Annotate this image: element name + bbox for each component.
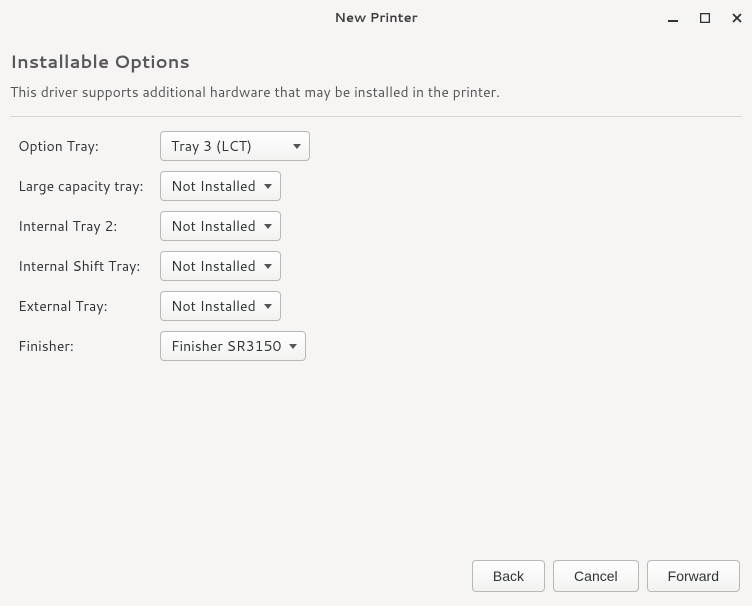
select-value: Tray 3 (LCT) [171, 136, 252, 156]
section-title: Installable Options [10, 48, 742, 74]
window-title: New Printer [334, 9, 417, 27]
minimize-icon[interactable] [666, 11, 680, 25]
select-internal-shift-tray[interactable]: Not Installed [160, 251, 281, 281]
option-row-option-tray: Option Tray: Tray 3 (LCT) [18, 131, 742, 161]
divider [10, 116, 742, 117]
label-internal-tray-2: Internal Tray 2: [18, 216, 146, 236]
chevron-down-icon [293, 144, 301, 149]
titlebar: New Printer [0, 0, 752, 36]
window-controls [666, 0, 744, 36]
forward-button[interactable]: Forward [647, 560, 740, 592]
label-finisher: Finisher: [18, 336, 146, 356]
select-value: Not Installed [171, 296, 256, 316]
chevron-down-icon [289, 344, 297, 349]
option-row-finisher: Finisher: Finisher SR3150 [18, 331, 742, 361]
label-external-tray: External Tray: [18, 296, 146, 316]
content-area: Installable Options This driver supports… [0, 36, 752, 548]
select-value: Finisher SR3150 [171, 336, 281, 356]
footer: Back Cancel Forward [0, 548, 752, 606]
label-large-capacity-tray: Large capacity tray: [18, 176, 146, 196]
select-large-capacity-tray[interactable]: Not Installed [160, 171, 281, 201]
back-button[interactable]: Back [472, 560, 545, 592]
close-icon[interactable] [730, 11, 744, 25]
select-value: Not Installed [171, 176, 256, 196]
label-option-tray: Option Tray: [18, 136, 146, 156]
label-internal-shift-tray: Internal Shift Tray: [18, 256, 146, 276]
select-finisher[interactable]: Finisher SR3150 [160, 331, 306, 361]
option-row-large-capacity-tray: Large capacity tray: Not Installed [18, 171, 742, 201]
option-row-internal-shift-tray: Internal Shift Tray: Not Installed [18, 251, 742, 281]
select-value: Not Installed [171, 256, 256, 276]
cancel-button[interactable]: Cancel [553, 560, 639, 592]
option-row-external-tray: External Tray: Not Installed [18, 291, 742, 321]
chevron-down-icon [264, 264, 272, 269]
chevron-down-icon [264, 304, 272, 309]
select-external-tray[interactable]: Not Installed [160, 291, 281, 321]
chevron-down-icon [264, 184, 272, 189]
description-text: This driver supports additional hardware… [10, 82, 742, 102]
select-internal-tray-2[interactable]: Not Installed [160, 211, 281, 241]
select-value: Not Installed [171, 216, 256, 236]
option-row-internal-tray-2: Internal Tray 2: Not Installed [18, 211, 742, 241]
maximize-icon[interactable] [698, 11, 712, 25]
select-option-tray[interactable]: Tray 3 (LCT) [160, 131, 310, 161]
options-list: Option Tray: Tray 3 (LCT) Large capacity… [10, 131, 742, 361]
chevron-down-icon [264, 224, 272, 229]
